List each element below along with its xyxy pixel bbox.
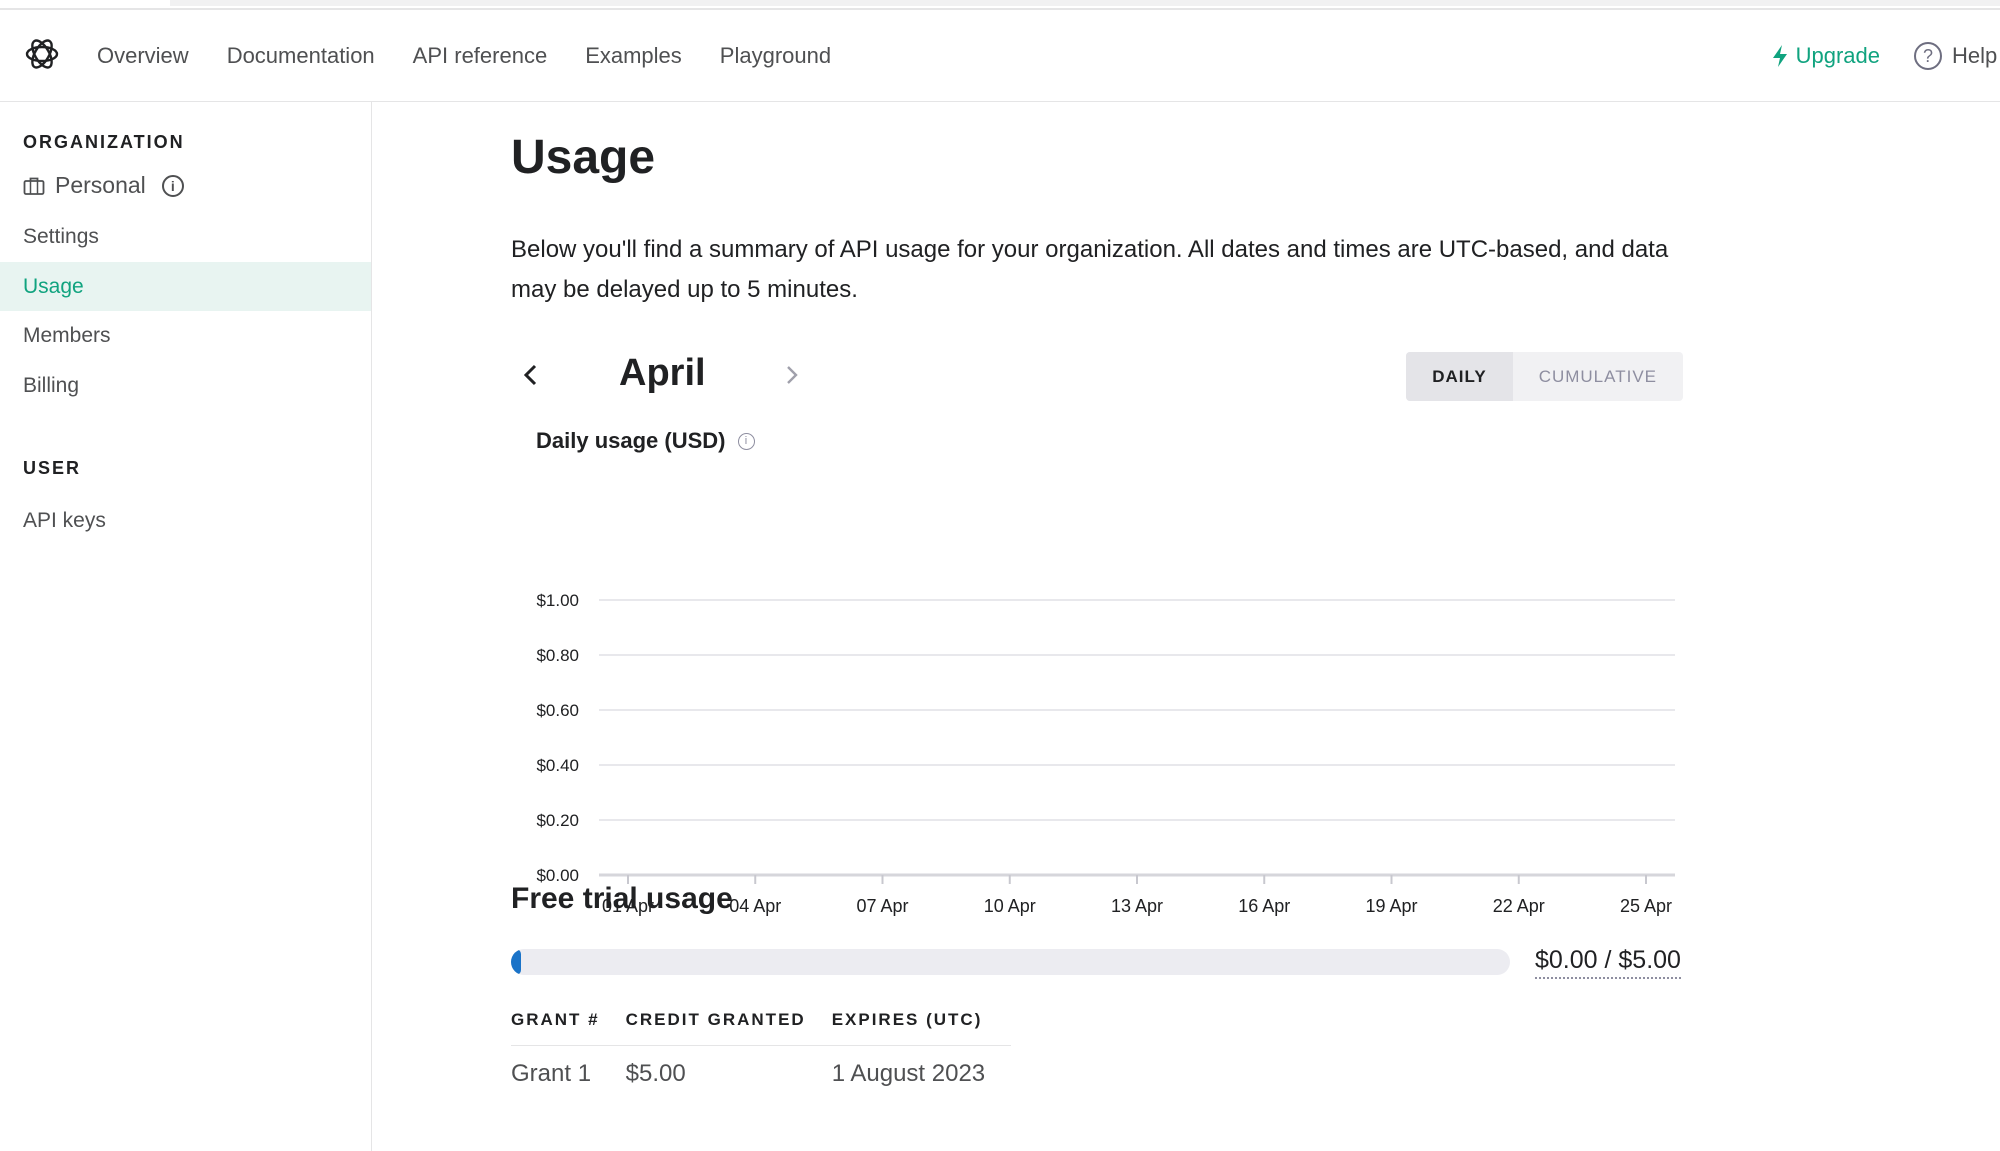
y-tick-label: $0.40 — [536, 756, 579, 775]
x-tick-label: 13 Apr — [1111, 896, 1163, 916]
month-navigator: April DAILY CUMULATIVE — [511, 350, 1683, 401]
grant-credit: $5.00 — [625, 1060, 686, 1088]
grants-header-credit: CREDIT GRANTED — [625, 995, 832, 1046]
x-tick-label: 10 Apr — [984, 896, 1036, 916]
openai-logo-icon[interactable] — [22, 34, 62, 74]
grants-header-expires: EXPIRES (UTC) — [831, 995, 1012, 1046]
sidebar-item-api-keys[interactable]: API keys — [0, 496, 371, 545]
grant-expires: 1 August 2023 — [831, 1060, 986, 1088]
org-name: Personal — [55, 172, 146, 198]
nav-api-reference[interactable]: API reference — [413, 43, 548, 69]
sidebar-org-heading: ORGANIZATION — [23, 132, 185, 152]
page-description: Below you'll find a summary of API usage… — [511, 236, 1669, 303]
nav-examples[interactable]: Examples — [585, 43, 682, 69]
nav-playground[interactable]: Playground — [720, 43, 831, 69]
upgrade-label: Upgrade — [1795, 43, 1880, 68]
chevron-right-icon[interactable] — [782, 362, 802, 388]
help-label: Help — [1952, 43, 1998, 68]
upgrade-button[interactable]: Upgrade — [1770, 43, 1880, 69]
sidebar-user-heading: USER — [23, 458, 82, 478]
top-strip-shade — [170, 0, 2000, 6]
sidebar-item-usage[interactable]: Usage — [0, 262, 371, 311]
sidebar: ORGANIZATION Personal i Settings Usage M… — [0, 102, 372, 1151]
chart-info-icon[interactable]: i — [737, 432, 755, 450]
chevron-left-icon[interactable] — [521, 362, 541, 388]
trial-amount[interactable]: $0.00 / $5.00 — [1535, 946, 1681, 979]
chart-title-label: Daily usage (USD) — [536, 428, 726, 453]
grants-header-row: GRANT # CREDIT GRANTED EXPIRES (UTC) — [511, 995, 1012, 1046]
x-tick-label: 19 Apr — [1365, 896, 1417, 916]
top-nav: Overview Documentation API reference Exa… — [0, 10, 2000, 102]
browser-top-strip — [0, 0, 2000, 10]
trial-progress-bar — [511, 949, 1510, 975]
nav-links: Overview Documentation API reference Exa… — [97, 10, 831, 102]
table-row: Grant 1 $5.00 1 August 2023 — [511, 1045, 1011, 1103]
y-tick-label: $0.60 — [536, 701, 579, 720]
help-button[interactable]: ? Help — [1914, 42, 2000, 70]
grants-header-grant: GRANT # — [511, 995, 626, 1046]
chart-title: Daily usage (USD) i — [536, 428, 755, 454]
toggle-cumulative[interactable]: CUMULATIVE — [1513, 352, 1683, 401]
y-tick-label: $0.80 — [536, 646, 579, 665]
help-icon: ? — [1914, 42, 1942, 70]
x-tick-label: 07 Apr — [856, 896, 908, 916]
page-title: Usage — [511, 131, 656, 184]
nav-right: Upgrade ? Help — [1770, 10, 2000, 102]
sidebar-item-settings[interactable]: Settings — [0, 212, 371, 261]
x-tick-label: 22 Apr — [1493, 896, 1545, 916]
free-trial-title: Free trial usage — [511, 882, 733, 915]
daily-usage-chart: $0.00$0.20$0.40$0.60$0.80$1.0001 Apr 04 A… — [536, 591, 1675, 916]
x-tick-label: 25 Apr — [1620, 896, 1672, 916]
x-tick-label: 04 Apr — [729, 896, 781, 916]
grant-number: Grant 1 — [511, 1060, 592, 1088]
nav-overview[interactable]: Overview — [97, 43, 189, 69]
view-toggle: DAILY CUMULATIVE — [1406, 352, 1683, 401]
briefcase-icon — [23, 177, 45, 195]
y-tick-label: $1.00 — [536, 591, 579, 610]
toggle-daily[interactable]: DAILY — [1406, 352, 1513, 401]
month-label: April — [619, 352, 706, 394]
sidebar-item-members[interactable]: Members — [0, 311, 371, 360]
x-tick-label: 16 Apr — [1238, 896, 1290, 916]
y-tick-label: $0.20 — [536, 811, 579, 830]
org-selector[interactable]: Personal i — [23, 172, 184, 199]
grants-table: GRANT # CREDIT GRANTED EXPIRES (UTC) Gra… — [511, 995, 1012, 1103]
trial-progress-fill — [511, 949, 521, 975]
sidebar-item-billing[interactable]: Billing — [0, 361, 371, 410]
nav-documentation[interactable]: Documentation — [227, 43, 375, 69]
lightning-icon — [1772, 45, 1787, 67]
info-icon[interactable]: i — [161, 174, 184, 197]
